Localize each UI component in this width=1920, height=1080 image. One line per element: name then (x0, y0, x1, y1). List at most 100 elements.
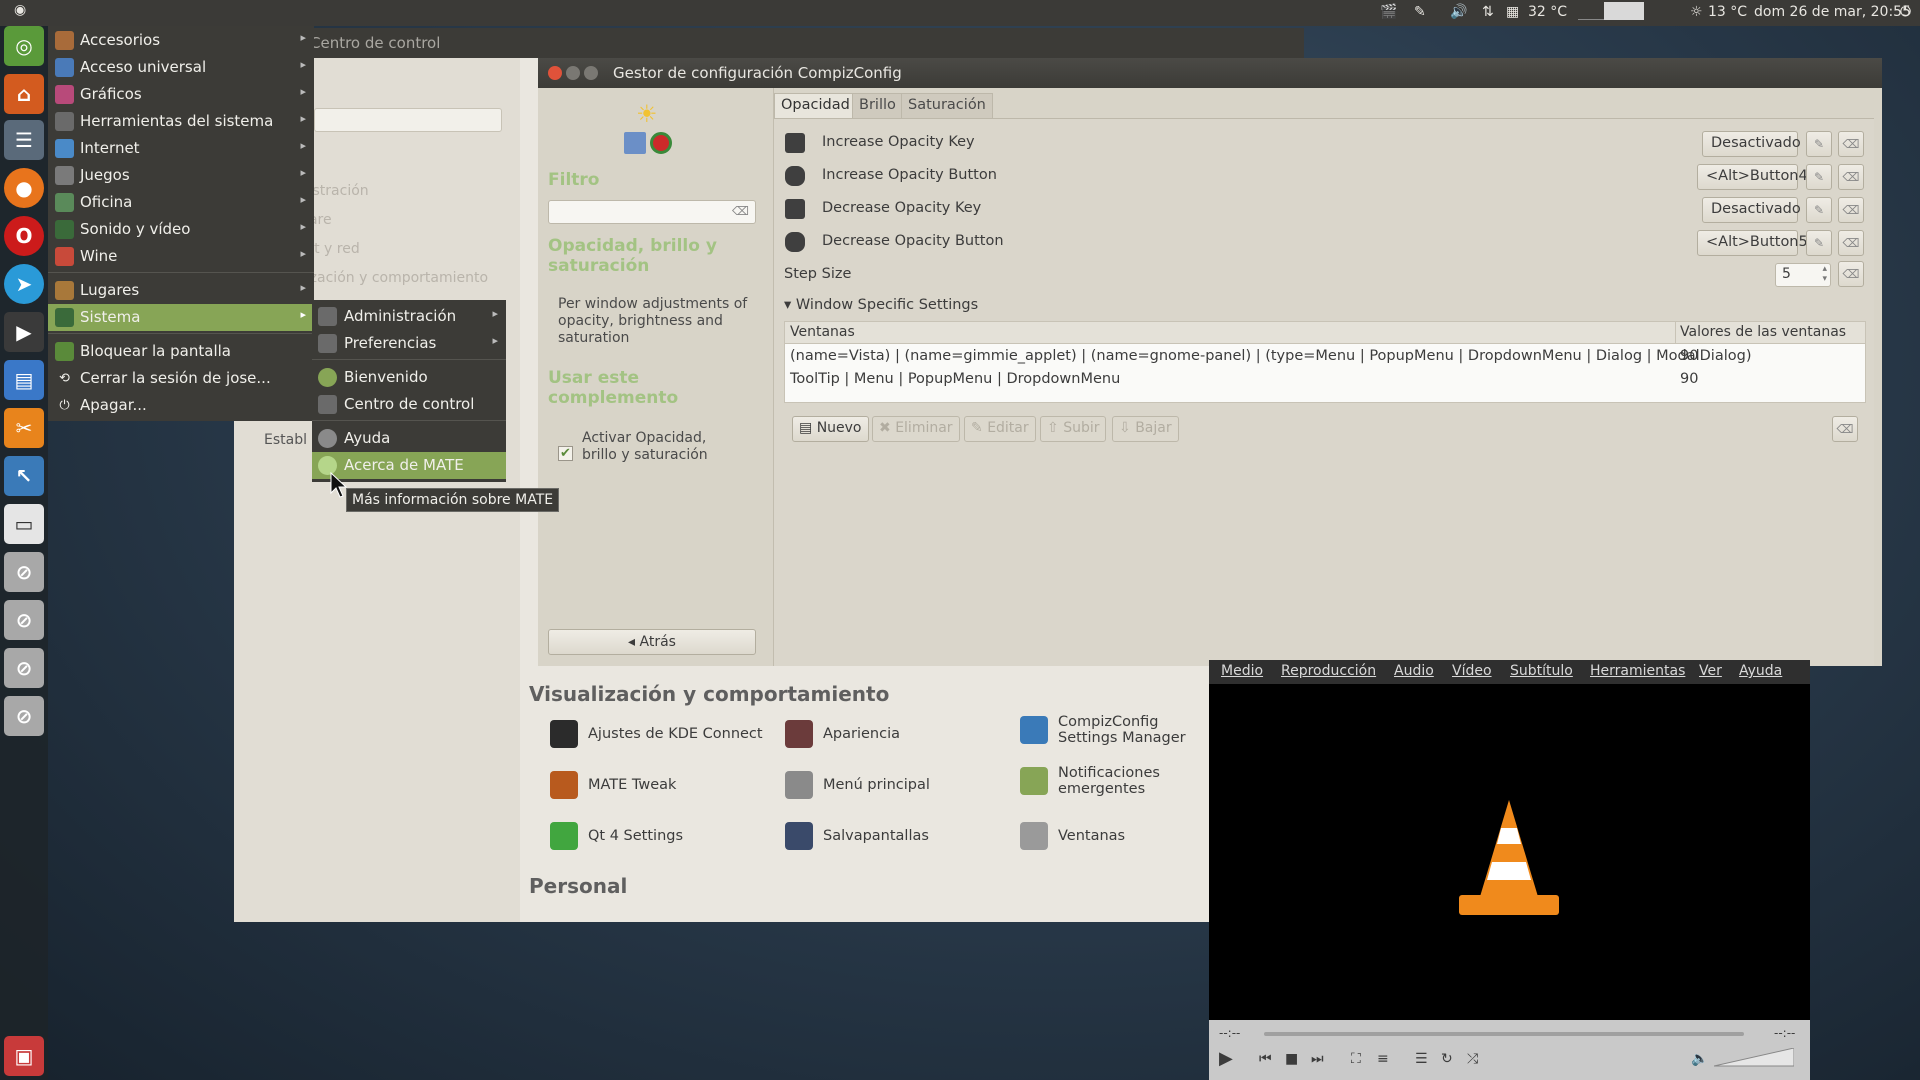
next-icon[interactable]: ⏭ (1311, 1051, 1324, 1067)
column-header-windows[interactable]: Ventanas (790, 324, 855, 340)
menu-item-sound-video[interactable]: Sonido y vídeo ▸ (48, 216, 314, 243)
submenu-item-control-center[interactable]: Centro de control (312, 391, 506, 418)
item-screensaver[interactable]: Salvapantallas (785, 822, 929, 850)
tab-opacity[interactable]: Opacidad (774, 93, 857, 119)
step-size-spinner[interactable]: 5 ▴ ▾ (1775, 263, 1831, 287)
clapper-icon[interactable]: ✂ (4, 408, 44, 448)
sidebar-item-establ[interactable]: Establ (264, 432, 307, 448)
column-header-values[interactable]: Valores de las ventanas (1680, 324, 1846, 340)
home-folder-icon[interactable]: ⌂ (4, 74, 44, 114)
playlist-icon[interactable]: ☰ (1415, 1051, 1428, 1067)
vlc-seek-bar[interactable] (1264, 1032, 1744, 1036)
new-button[interactable]: ▤ Nuevo (792, 416, 869, 442)
increase-opacity-button-button[interactable]: <Alt>Button4 (1697, 164, 1808, 190)
window-specific-expander[interactable]: ▾ Window Specific Settings (784, 297, 978, 313)
vlc-menu-view[interactable]: Ver (1699, 663, 1722, 679)
vlc-menu-subtitle[interactable]: Subtítulo (1510, 663, 1573, 679)
control-center-titlebar[interactable]: Centro de control (234, 28, 1304, 58)
workspace-3-icon[interactable]: ⊘ (4, 648, 44, 688)
grab-button-icon[interactable]: ✎ (1806, 230, 1832, 256)
item-qt4[interactable]: Qt 4 Settings (550, 822, 683, 850)
reset-icon[interactable]: ⌫ (1838, 230, 1864, 256)
network-icon[interactable]: ⇅ (1482, 4, 1494, 20)
menu-item-universal-access[interactable]: Acceso universal ▸ (48, 54, 314, 81)
opera-icon[interactable]: O (4, 216, 44, 256)
menu-item-office[interactable]: Oficina ▸ (48, 189, 314, 216)
minimize-icon[interactable] (566, 66, 580, 80)
menu-item-lock-screen[interactable]: Bloquear la pantalla (48, 338, 314, 365)
equalizer-icon[interactable]: ≡ (1377, 1051, 1389, 1067)
menu-item-shutdown[interactable]: ⏻ Apagar... (48, 392, 314, 419)
submenu-item-administration[interactable]: Administración ▸ (312, 303, 506, 330)
move-up-button[interactable]: ⇧ Subir (1040, 416, 1107, 442)
increase-opacity-key-button[interactable]: Desactivado (1702, 131, 1801, 157)
submenu-item-help[interactable]: Ayuda (312, 425, 506, 452)
spin-arrows-icon[interactable]: ▴ ▾ (1822, 264, 1827, 284)
menu-item-logout[interactable]: ⟲ Cerrar la sesión de jose... (48, 365, 314, 392)
reset-icon[interactable]: ⌫ (1838, 261, 1864, 287)
fullscreen-icon[interactable]: ⛶ (1351, 1051, 1361, 1067)
volume-icon[interactable]: 🔊 (1450, 4, 1467, 20)
vlc-menu-audio[interactable]: Audio (1394, 663, 1434, 679)
vlc-menu-playback[interactable]: Reproducción (1281, 663, 1376, 679)
item-compiz[interactable]: CompizConfig Settings Manager (1020, 714, 1210, 746)
table-row[interactable]: ToolTip | Menu | PopupMenu | DropdownMen… (785, 369, 1865, 391)
menu-item-internet[interactable]: Internet ▸ (48, 135, 314, 162)
item-main-menu[interactable]: Menú principal (785, 771, 930, 799)
reset-icon[interactable]: ⌫ (1838, 131, 1864, 157)
clock[interactable]: dom 26 de mar, 20:55 (1754, 4, 1911, 20)
activate-checkbox[interactable]: ✔ (558, 446, 573, 461)
drive-icon[interactable]: ▭ (4, 504, 44, 544)
menu-item-system-tools[interactable]: Herramientas del sistema ▸ (48, 108, 314, 135)
clapper-icon[interactable]: 🎬 (1380, 4, 1397, 20)
item-notifications[interactable]: Notificaciones emergentes (1020, 765, 1190, 797)
weather-temperature[interactable]: 13 °C (1708, 4, 1747, 20)
reset-icon[interactable]: ⌫ (1838, 197, 1864, 223)
compiz-launcher-icon[interactable]: ↖ (4, 456, 44, 496)
grab-button-icon[interactable]: ✎ (1806, 164, 1832, 190)
menu-item-games[interactable]: Juegos ▸ (48, 162, 314, 189)
close-icon[interactable] (548, 66, 562, 80)
back-button[interactable]: ◂ Atrás (548, 629, 756, 655)
vlc-menu-media[interactable]: Medio (1221, 663, 1263, 679)
trash-icon[interactable]: ▣ (4, 1036, 44, 1076)
edit-button[interactable]: ✎ Editar (964, 416, 1036, 442)
video-icon[interactable]: ▶ (4, 312, 44, 352)
maximize-icon[interactable] (584, 66, 598, 80)
volume-icon[interactable]: 🔈 (1691, 1051, 1708, 1067)
menu-item-wine[interactable]: Wine ▸ (48, 243, 314, 270)
vlc-menu-help[interactable]: Ayuda (1739, 663, 1782, 679)
grab-key-icon[interactable]: ✎ (1806, 131, 1832, 157)
workspace-4-icon[interactable]: ⊘ (4, 696, 44, 736)
reset-icon[interactable]: ⌫ (1838, 164, 1864, 190)
delete-button[interactable]: ✖ Eliminar (872, 416, 960, 442)
submenu-item-preferences[interactable]: Preferencias ▸ (312, 330, 506, 357)
decrease-opacity-button-button[interactable]: <Alt>Button5 (1697, 230, 1808, 256)
tab-saturation[interactable]: Saturación (901, 93, 993, 119)
settings-icon[interactable]: ☰ (4, 120, 44, 160)
item-appearance[interactable]: Apariencia (785, 720, 900, 748)
control-center-search-input[interactable] (314, 108, 502, 132)
table-row[interactable]: (name=Vista) | (name=gimmie_applet) | (n… (785, 346, 1865, 368)
firefox-icon[interactable]: ● (4, 168, 44, 208)
decrease-opacity-key-button[interactable]: Desactivado (1702, 197, 1801, 223)
vlc-menu-video[interactable]: Vídeo (1452, 663, 1492, 679)
filter-input[interactable]: ⌫ (548, 200, 756, 224)
menu-item-system[interactable]: Sistema ▸ (48, 304, 314, 331)
item-kde-connect[interactable]: Ajustes de KDE Connect (550, 720, 763, 748)
mate-menu-icon[interactable]: ◎ (4, 26, 44, 66)
workspace-2-icon[interactable]: ⊘ (4, 600, 44, 640)
stop-icon[interactable]: ■ (1285, 1051, 1298, 1067)
menu-item-graphics[interactable]: Gráficos ▸ (48, 81, 314, 108)
clear-icon[interactable]: ⌫ (732, 204, 749, 218)
power-icon[interactable]: ⏻ (1900, 4, 1911, 20)
reset-icon[interactable]: ⌫ (1832, 416, 1858, 442)
grab-key-icon[interactable]: ✎ (1806, 197, 1832, 223)
move-down-button[interactable]: ⇩ Bajar (1112, 416, 1179, 442)
play-icon[interactable]: ▶ (1219, 1048, 1233, 1069)
menu-item-accessories[interactable]: Accesorios ▸ (48, 27, 314, 54)
ubuntu-logo-icon[interactable]: ◉ (14, 2, 26, 18)
compiz-titlebar[interactable]: Gestor de configuración CompizConfig (538, 58, 1882, 88)
tab-brightness[interactable]: Brillo (852, 93, 903, 119)
item-windows[interactable]: Ventanas (1020, 822, 1125, 850)
